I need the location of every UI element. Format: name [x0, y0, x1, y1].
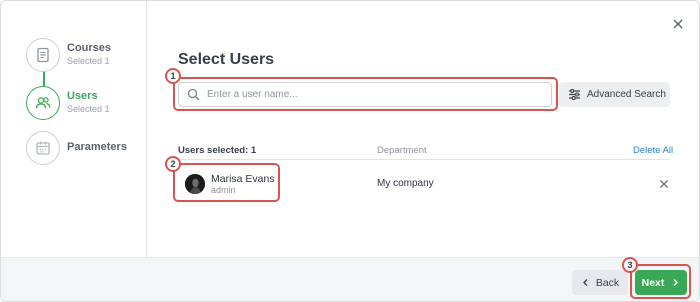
user-name: Marisa Evans [211, 173, 275, 185]
step-parameters[interactable]: Parameters [26, 131, 127, 165]
user-role: admin [211, 185, 236, 195]
advanced-search-label: Advanced Search [587, 89, 666, 100]
search-icon [187, 88, 200, 101]
chevron-right-icon [673, 279, 679, 286]
back-button[interactable]: Back [572, 270, 628, 295]
document-icon [37, 47, 49, 63]
page-title: Select Users [178, 51, 275, 68]
step-courses-circle [26, 38, 60, 72]
chevron-left-icon [582, 279, 588, 286]
user-search-field[interactable] [178, 82, 552, 107]
next-button[interactable]: Next [635, 270, 687, 295]
advanced-search-button[interactable]: Advanced Search [559, 82, 670, 107]
avatar-image [185, 174, 205, 194]
close-icon[interactable] [671, 17, 685, 31]
step-parameters-circle [26, 131, 60, 165]
search-input[interactable] [207, 89, 527, 100]
avatar [185, 174, 205, 194]
remove-user-icon[interactable] [659, 179, 669, 189]
callout-badge: 1 [165, 68, 181, 84]
department-column-header: Department [377, 145, 427, 156]
step-users[interactable]: Users Selected 1 [26, 86, 110, 120]
calendar-icon [36, 141, 50, 155]
callout-badge: 2 [165, 156, 181, 172]
step-courses[interactable]: Courses Selected 1 [26, 38, 111, 72]
next-label: Next [641, 276, 665, 289]
dialog-footer: Back Next [1, 257, 699, 301]
step-users-circle [26, 86, 60, 120]
table-divider [178, 159, 670, 160]
step-title: Users [67, 90, 98, 102]
user-department: My company [377, 178, 434, 189]
callout-badge: 3 [622, 257, 638, 273]
select-users-dialog: Courses Selected 1 Users Selected 1 Para… [0, 0, 700, 302]
step-subtitle: Selected 1 [67, 56, 110, 66]
step-title: Courses [67, 42, 112, 54]
filter-sliders-icon [569, 88, 580, 101]
users-icon [35, 97, 51, 109]
table-row: Marisa Evans admin My company [178, 168, 670, 198]
delete-all-link[interactable]: Delete All [633, 145, 673, 156]
users-selected-count: Users selected: 1 [178, 145, 257, 156]
step-title: Parameters [67, 141, 127, 153]
step-subtitle: Selected 1 [67, 104, 110, 114]
wizard-steps: Courses Selected 1 Users Selected 1 Para… [1, 1, 147, 257]
back-label: Back [595, 276, 620, 289]
